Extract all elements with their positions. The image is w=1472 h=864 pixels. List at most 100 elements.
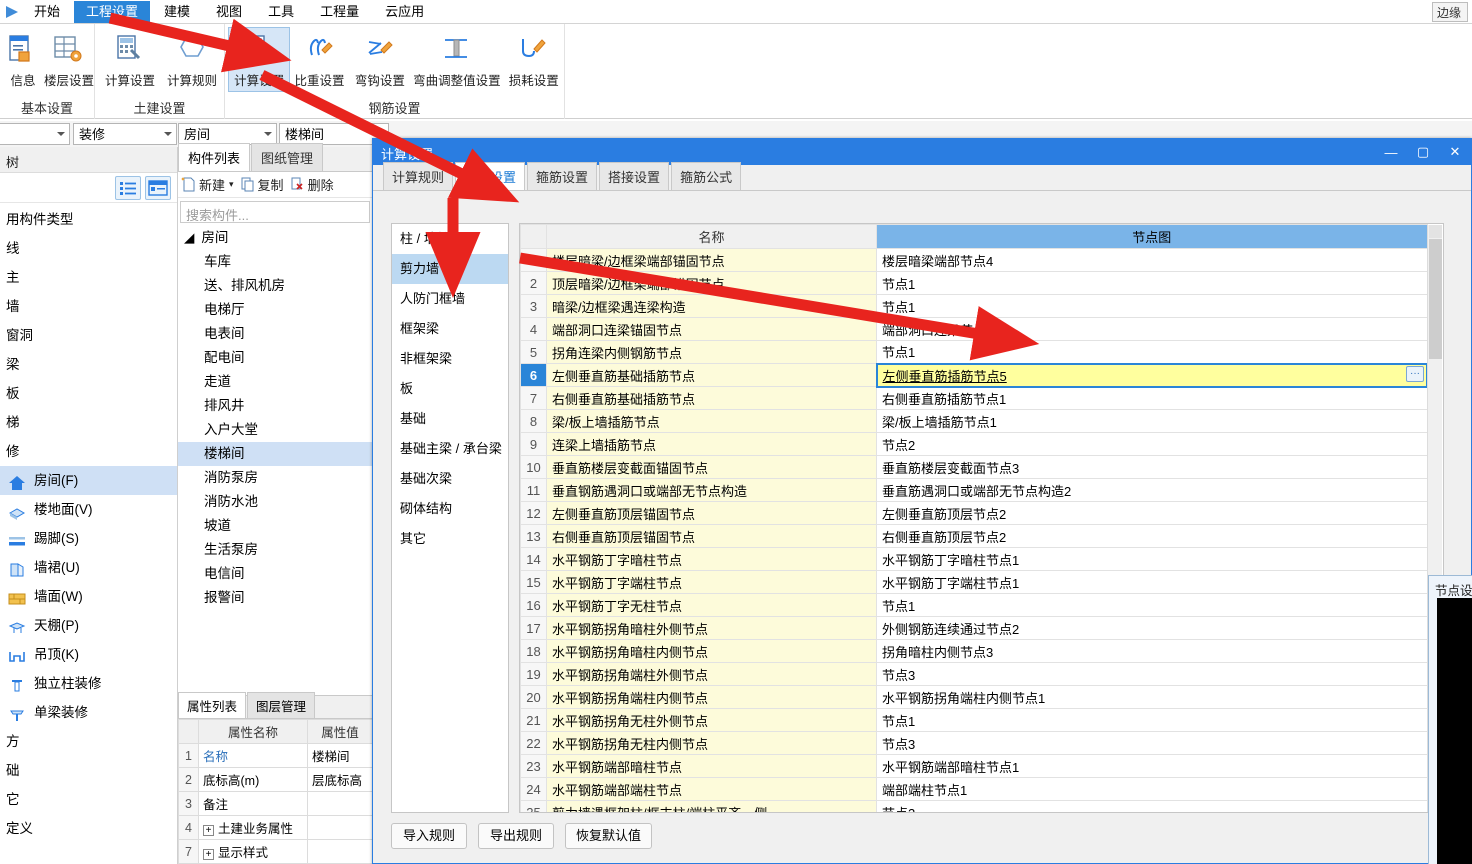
row-node-value[interactable]: 端部洞口连梁节点1 (876, 317, 1428, 341)
list-item[interactable]: 配电间 (178, 346, 372, 370)
category-item-10[interactable]: 其它 (392, 524, 508, 554)
row-node-value[interactable]: 节点1 (876, 593, 1428, 617)
row-node-value[interactable]: 外侧钢筋连续通过节点2 (876, 616, 1428, 640)
menu-item-3[interactable]: 视图 (204, 1, 254, 23)
sidebar-group-6[interactable]: 板 (0, 379, 177, 408)
table-row[interactable]: 2 顶层暗梁/边框梁端部锚固节点 节点1 (520, 271, 1428, 295)
list-item[interactable]: 走道 (178, 370, 372, 394)
scrollbar-thumb[interactable] (1429, 239, 1442, 359)
category-item-6[interactable]: 基础 (392, 404, 508, 434)
node-picker-button[interactable]: ··· (1406, 365, 1424, 382)
row-node-value[interactable]: 节点2 (876, 432, 1428, 456)
table-row[interactable]: 25 剪力墙遇框架柱/框支柱/端柱平齐一侧 节点2 (520, 800, 1428, 812)
sidebar-item-14[interactable]: 天棚(P) (0, 611, 177, 640)
sidebar-item-15[interactable]: 吊顶(K) (0, 640, 177, 669)
row-node-value[interactable]: 水平钢筋丁字暗柱节点1 (876, 547, 1428, 571)
category-item-8[interactable]: 基础次梁 (392, 464, 508, 494)
tab-dialog-1[interactable]: 节点设置 (455, 162, 526, 190)
table-row[interactable]: 3 暗梁/边框梁遇连梁构造 节点1 (520, 294, 1428, 318)
list-item[interactable]: 楼梯间 (178, 442, 372, 466)
tab-component-0[interactable]: 构件列表 (178, 143, 251, 171)
table-row[interactable]: 17 水平钢筋拐角暗柱外侧节点 外侧钢筋连续通过节点2 (520, 616, 1428, 640)
list-item[interactable]: 电梯厅 (178, 298, 372, 322)
table-row[interactable]: 7 右侧垂直筋基础插筋节点 右侧垂直筋插筋节点1 (520, 386, 1428, 410)
row-node-value[interactable]: 右侧垂直筋插筋节点1 (876, 386, 1428, 410)
close-icon[interactable]: ✕ (1439, 139, 1471, 165)
expand-plus-icon[interactable]: + (203, 849, 214, 860)
sidebar-group-21[interactable]: 定义 (0, 814, 177, 843)
sidebar-item-17[interactable]: 单梁装修 (0, 698, 177, 727)
ribbon-item-hook-settings[interactable]: 弯钩设置 (350, 28, 410, 91)
table-row[interactable]: 22 水平钢筋拐角无柱内侧节点 节点3 (520, 731, 1428, 755)
table-row[interactable]: 16 水平钢筋丁字无柱节点 节点1 (520, 593, 1428, 617)
row-node-value[interactable]: 水平钢筋端部暗柱节点1 (876, 754, 1428, 778)
list-item[interactable]: 电信间 (178, 562, 372, 586)
table-row[interactable]: 4 端部洞口连梁锚固节点 端部洞口连梁节点1 (520, 317, 1428, 341)
sidebar-group-5[interactable]: 梁 (0, 350, 177, 379)
ribbon-item-weight-settings[interactable]: 比重设置 (289, 28, 349, 91)
property-row[interactable]: 2 底标高(m) 层底标高 (178, 767, 373, 792)
sidebar-group-7[interactable]: 梯 (0, 408, 177, 437)
tab-property-0[interactable]: 属性列表 (178, 692, 247, 718)
component-type-combo[interactable]: 房间 (178, 123, 277, 145)
maximize-icon[interactable]: ▢ (1407, 139, 1439, 165)
table-row[interactable]: 6 左侧垂直筋基础插筋节点 左侧垂直筋插筋节点5 ··· (520, 362, 1428, 388)
row-node-value[interactable]: 端部端柱节点1 (876, 777, 1428, 801)
tab-dialog-2[interactable]: 箍筋设置 (527, 162, 598, 190)
table-row[interactable]: 10 垂直筋楼层变截面锚固节点 垂直筋楼层变截面节点3 (520, 455, 1428, 479)
sidebar-group-4[interactable]: 窗洞 (0, 321, 177, 350)
menu-item-0[interactable]: 开始 (22, 1, 72, 23)
category-item-2[interactable]: 人防门框墙 (392, 284, 508, 314)
row-node-value[interactable]: 拐角暗柱内侧节点3 (876, 639, 1428, 663)
expand-plus-icon[interactable]: + (203, 825, 214, 836)
list-item[interactable]: 车库 (178, 250, 372, 274)
menu-item-2[interactable]: 建模 (152, 1, 202, 23)
ribbon-item-rebar-calc-settings[interactable]: 计算设置 (227, 27, 291, 92)
row-node-value[interactable]: 右侧垂直筋顶层节点2 (876, 524, 1428, 548)
sidebar-item-10[interactable]: 楼地面(V) (0, 495, 177, 524)
row-node-value[interactable]: 水平钢筋丁字端柱节点1 (876, 570, 1428, 594)
sidebar-group-2[interactable]: 主 (0, 263, 177, 292)
category-item-9[interactable]: 砌体结构 (392, 494, 508, 524)
row-node-value[interactable]: 节点1 (876, 708, 1428, 732)
table-row[interactable]: 8 梁/板上墙插筋节点 梁/板上墙插筋节点1 (520, 409, 1428, 433)
property-row[interactable]: 4 + 土建业务属性 (178, 815, 373, 840)
list-item[interactable]: 电表间 (178, 322, 372, 346)
category-item-1[interactable]: 剪力墙 (392, 254, 508, 284)
table-row[interactable]: 9 连梁上墙插筋节点 节点2 (520, 432, 1428, 456)
row-node-value[interactable]: 节点1 (876, 294, 1428, 318)
footer-button-0[interactable]: 导入规则 (391, 823, 467, 849)
table-row[interactable]: 21 水平钢筋拐角无柱外侧节点 节点1 (520, 708, 1428, 732)
row-node-value[interactable]: 节点1 (876, 340, 1428, 364)
toolbar-button-0[interactable]: 新建 ▾ (181, 175, 234, 194)
category-item-7[interactable]: 基础主梁 / 承台梁 (392, 434, 508, 464)
list-item[interactable]: 坡道 (178, 514, 372, 538)
table-row[interactable]: 12 左侧垂直筋顶层锚固节点 左侧垂直筋顶层节点2 (520, 501, 1428, 525)
toolbar-button-1[interactable]: 复制 (240, 175, 284, 194)
property-row[interactable]: 7 + 显示样式 (178, 839, 373, 864)
sidebar-group-20[interactable]: 它 (0, 785, 177, 814)
list-item[interactable]: 排风井 (178, 394, 372, 418)
ribbon-item-loss-settings[interactable]: 损耗设置 (504, 28, 564, 91)
ribbon-item-civil-calc-rule[interactable]: 计算规则 (161, 28, 223, 91)
table-row[interactable]: 23 水平钢筋端部暗柱节点 水平钢筋端部暗柱节点1 (520, 754, 1428, 778)
table-row[interactable]: 11 垂直钢筋遇洞口或端部无节点构造 垂直筋遇洞口或端部无节点构造2 (520, 478, 1428, 502)
row-node-value[interactable]: 节点3 (876, 731, 1428, 755)
row-node-value[interactable]: 垂直筋楼层变截面节点3 (876, 455, 1428, 479)
sidebar-group-18[interactable]: 方 (0, 727, 177, 756)
property-row-value[interactable]: 层底标高 (307, 767, 373, 792)
list-item[interactable]: 生活泵房 (178, 538, 372, 562)
list-item[interactable]: 入户大堂 (178, 418, 372, 442)
property-row-value[interactable] (307, 791, 373, 816)
sidebar-item-16[interactable]: 独立柱装修 (0, 669, 177, 698)
table-row[interactable]: 5 拐角连梁内侧钢筋节点 节点1 (520, 340, 1428, 364)
row-node-value[interactable]: 节点1 (876, 271, 1428, 295)
menu-item-6[interactable]: 云应用 (373, 1, 436, 23)
tab-property-1[interactable]: 图层管理 (247, 692, 316, 718)
ribbon-item-floor-settings[interactable]: 楼层设置 (44, 28, 94, 91)
table-row[interactable]: 1 楼层暗梁/边框梁端部锚固节点 楼层暗梁端部节点4 (520, 248, 1428, 272)
row-node-value[interactable]: 节点3 (876, 662, 1428, 686)
list-item[interactable]: 消防泵房 (178, 466, 372, 490)
footer-button-2[interactable]: 恢复默认值 (565, 823, 653, 849)
property-row-value[interactable]: 楼梯间 (307, 743, 373, 768)
